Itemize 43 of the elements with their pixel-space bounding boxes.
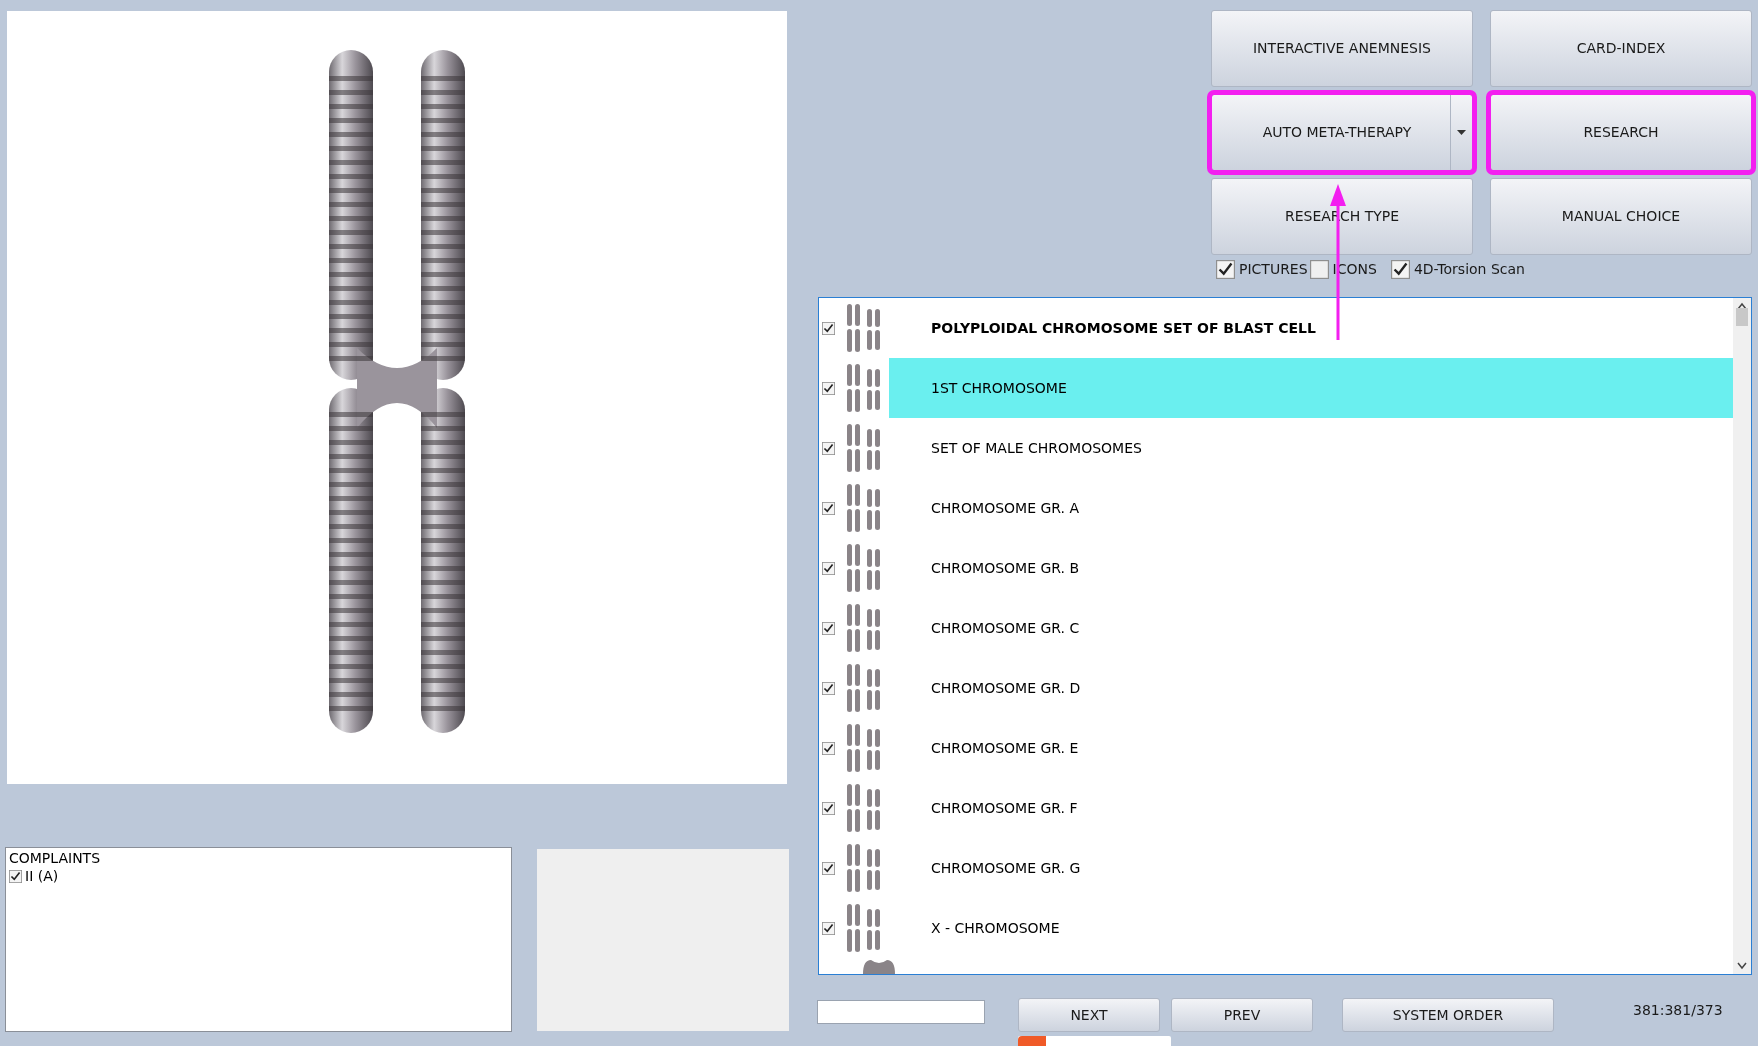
checkbox[interactable] <box>822 681 835 695</box>
checkbox[interactable] <box>822 321 835 335</box>
checkbox[interactable] <box>822 801 835 815</box>
menu-button[interactable]: INTERACTIVE ANEMNESIS <box>1211 10 1473 87</box>
complaints-title: COMPLAINTS <box>9 849 102 867</box>
checkbox[interactable] <box>9 869 22 883</box>
scrollbar-thumb[interactable] <box>1736 308 1748 326</box>
list-item[interactable]: CHROMOSOME GR. D <box>889 658 1733 718</box>
checkbox-label: 4D-Torsion Scan <box>1413 259 1525 279</box>
list-item[interactable]: CHROMOSOME GR. F <box>889 778 1733 838</box>
list-item[interactable]: CHROMOSOME GR. G <box>889 838 1733 898</box>
checkbox[interactable] <box>1216 259 1235 279</box>
scrollbar[interactable] <box>1733 298 1751 974</box>
list-item[interactable]: CHROMOSOME GR. C <box>889 598 1733 658</box>
checkbox-label: PICTURES <box>1239 259 1308 279</box>
nav-button[interactable]: PREV <box>1171 998 1313 1032</box>
record-counter: 381:381/373 <box>1633 1001 1723 1020</box>
checkbox[interactable] <box>822 441 835 455</box>
checkbox[interactable] <box>822 861 835 875</box>
chromosome-thumbnail <box>861 958 897 974</box>
list-item[interactable]: CHROMOSOME GR. E <box>889 718 1733 778</box>
scroll-down-icon[interactable] <box>1737 962 1747 970</box>
list-item[interactable]: 1ST CHROMOSOME <box>889 358 1733 418</box>
list-item[interactable]: SET OF MALE CHROMOSOMES <box>889 418 1733 478</box>
list-item[interactable]: CHROMOSOME GR. B <box>889 538 1733 598</box>
list-item[interactable]: POLYPLOIDAL CHROMOSOME SET OF BLAST CELL <box>889 298 1733 358</box>
checkbox[interactable] <box>822 501 835 515</box>
caret-icon <box>1457 130 1466 135</box>
complaint-label: II (A) <box>25 867 59 885</box>
list-item[interactable]: X - CHROMOSOME <box>889 898 1733 958</box>
checkbox[interactable] <box>822 561 835 575</box>
text-input-field[interactable] <box>817 1000 985 1024</box>
checkbox[interactable] <box>822 381 835 395</box>
nav-button[interactable]: NEXT <box>1018 998 1160 1032</box>
list-item[interactable]: CHROMOSOME GR. A <box>889 478 1733 538</box>
checkbox[interactable] <box>1309 259 1329 279</box>
checkbox[interactable] <box>822 741 835 755</box>
menu-button[interactable]: CARD-INDEX <box>1490 10 1752 87</box>
checkbox[interactable] <box>1390 259 1410 279</box>
menu-button[interactable]: MANUAL CHOICE <box>1490 178 1752 255</box>
checkbox[interactable] <box>822 621 835 635</box>
nav-button[interactable]: SYSTEM ORDER <box>1342 998 1554 1032</box>
checkbox[interactable] <box>822 921 835 935</box>
